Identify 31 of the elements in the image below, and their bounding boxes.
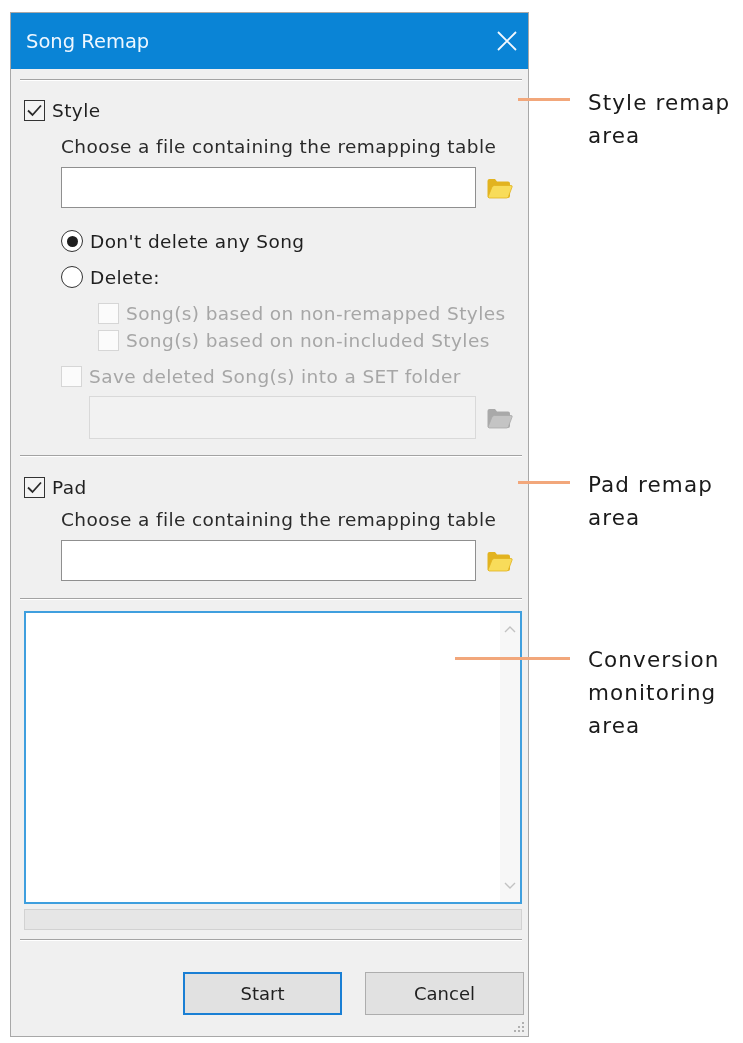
checkbox-label: Save deleted Song(s) into a SET folder bbox=[89, 365, 461, 387]
radio-button[interactable] bbox=[61, 230, 83, 252]
chevron-down-icon[interactable] bbox=[504, 882, 516, 890]
radio-label: Don't delete any Song bbox=[90, 230, 305, 252]
checkbox-label: Song(s) based on non-included Styles bbox=[126, 329, 490, 351]
leader-line bbox=[518, 481, 570, 484]
close-icon[interactable] bbox=[496, 30, 518, 52]
leader-line bbox=[518, 98, 570, 101]
radio-button[interactable] bbox=[61, 266, 83, 288]
checkmark-icon bbox=[27, 103, 42, 117]
field-label: Choose a file containing the remapping table bbox=[61, 135, 497, 159]
callout-label: Style remap area bbox=[588, 89, 732, 150]
scrollbar[interactable] bbox=[500, 613, 520, 902]
checkbox-label: Style bbox=[52, 99, 101, 121]
window-title: Song Remap bbox=[26, 29, 150, 53]
callout-label: Pad remap area bbox=[588, 471, 714, 532]
callout-label: Conversion monitoring area bbox=[588, 646, 721, 740]
input-field[interactable] bbox=[61, 540, 476, 581]
checkbox-label: Song(s) based on non-remapped Styles bbox=[126, 302, 506, 324]
chevron-up-icon[interactable] bbox=[504, 625, 516, 633]
checkbox-label: Pad bbox=[52, 476, 87, 498]
checkmark-icon bbox=[27, 480, 42, 494]
input-field[interactable] bbox=[61, 167, 476, 208]
radio-label: Delete: bbox=[90, 266, 160, 288]
field-label: Choose a file containing the remapping table bbox=[61, 508, 497, 532]
resize-grip-icon[interactable] bbox=[513, 1021, 525, 1033]
checkbox[interactable] bbox=[24, 99, 45, 121]
checkbox[interactable] bbox=[24, 476, 45, 498]
log-area[interactable] bbox=[24, 611, 522, 904]
cancel-button[interactable]: Cancel bbox=[365, 972, 524, 1015]
start-button[interactable]: Start bbox=[183, 972, 342, 1015]
